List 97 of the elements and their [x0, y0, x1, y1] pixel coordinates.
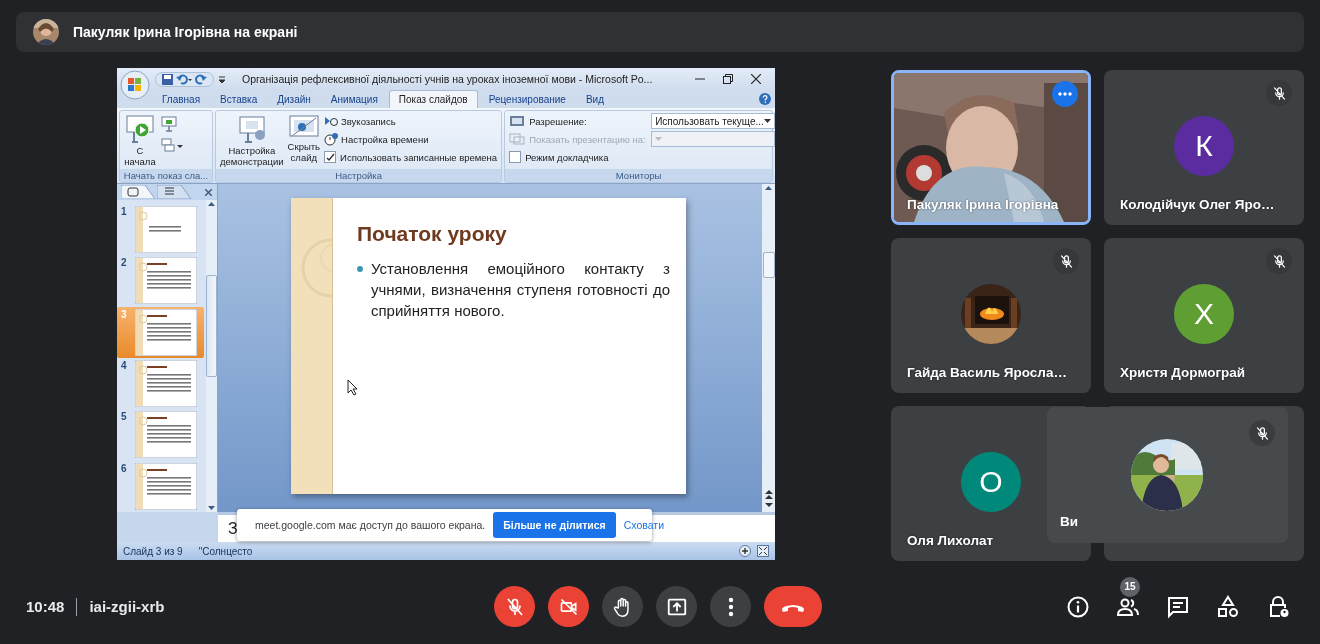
ribbon-button[interactable]: С начала — [124, 113, 156, 167]
customize-icon[interactable] — [218, 74, 226, 84]
dropdown[interactable]: Использовать текуще... — [651, 113, 775, 129]
slide-thumbnail[interactable] — [135, 206, 197, 253]
info-icon[interactable] — [1066, 594, 1090, 619]
present-button[interactable] — [656, 586, 697, 627]
more-options-button[interactable] — [710, 586, 751, 627]
share-notice-text: meet.google.com має доступ до вашого екрана. — [255, 519, 486, 531]
avatar: О — [961, 452, 1021, 512]
ribbon-button[interactable]: Настройка демонстрации — [220, 113, 284, 167]
ribbon-tab[interactable]: Главная — [153, 91, 210, 108]
slide-thumbnail[interactable] — [135, 360, 197, 407]
sound-icon — [324, 114, 339, 128]
scroll-up-icon[interactable] — [765, 186, 772, 190]
slide-thumbnail[interactable] — [135, 257, 197, 305]
help-icon[interactable] — [759, 93, 771, 105]
scroll-thumb[interactable] — [206, 275, 217, 377]
slide-number: 5 — [121, 411, 128, 423]
slide-thumbnail[interactable] — [135, 308, 197, 356]
ribbon-tab[interactable]: Рецензирование — [479, 91, 575, 108]
raise-hand-button[interactable] — [602, 586, 643, 627]
banner-text: Пакуляк Ірина Ігорівна на екрані — [73, 24, 298, 40]
fit-icon[interactable] — [757, 545, 769, 557]
slide-text: Установлення емоційного контакту з учнями, визначення ступеня готовності до сприйняття нового. — [371, 259, 670, 321]
group-label: Мониторы — [505, 169, 772, 182]
scrollbar[interactable] — [206, 200, 217, 512]
ribbon-button[interactable]: Скрыть слайд — [287, 113, 321, 163]
shapes-icon[interactable] — [1216, 594, 1240, 619]
caret-icon — [763, 119, 771, 123]
ribbon-tab[interactable]: Показ слайдов — [388, 90, 478, 108]
participant-name: Христя Дормограй — [1120, 365, 1246, 380]
participant-name: Гайда Василь Яросла… — [907, 365, 1067, 380]
dots-icon — [1058, 92, 1072, 96]
projector-icon — [124, 113, 156, 145]
monitors-icon — [509, 132, 526, 146]
slide-thumbnail[interactable] — [135, 462, 197, 510]
microphone-off-button[interactable] — [494, 586, 535, 627]
restore-icon[interactable] — [723, 74, 733, 84]
slides-tab[interactable] — [121, 185, 155, 199]
stopwatch-icon — [324, 132, 339, 146]
ribbon-tab[interactable]: Вид — [576, 91, 613, 108]
hide-link[interactable]: Сховати — [623, 519, 665, 531]
scroll-down-icon[interactable] — [208, 506, 215, 510]
checkbox[interactable] — [509, 151, 522, 163]
status-text: Слайд 3 из 9 — [123, 545, 183, 557]
slide-title: Початок уроку — [357, 222, 508, 246]
close-icon[interactable] — [751, 74, 761, 84]
ribbon-tab[interactable]: Вставка — [211, 91, 267, 108]
stop-sharing-button[interactable]: Більше не ділитися — [493, 512, 616, 538]
meeting-code: iai-zgii-xrb — [89, 598, 165, 615]
more-icon — [727, 596, 734, 617]
window-title: Організація рефлексивної діяльності учнів на уроках іноземної мови - Microsoft Po... — [242, 73, 654, 85]
outline-tab[interactable] — [157, 185, 191, 199]
page-arrows-icon[interactable] — [764, 490, 773, 508]
slide-number: 2 — [121, 257, 128, 269]
ribbon-tab[interactable]: Дизайн — [268, 91, 320, 108]
cursor-icon — [347, 379, 358, 396]
scroll-up-icon[interactable] — [208, 202, 215, 206]
slides-icon[interactable] — [160, 137, 184, 155]
screen-icon — [509, 114, 526, 128]
avatar: К — [1174, 116, 1234, 176]
ribbon-tab[interactable]: Анимация — [321, 91, 387, 108]
slide-number: 3 — [121, 308, 128, 320]
participant-name: Оля Лихолат — [907, 533, 994, 548]
group-label: Начать показ сла... — [120, 169, 212, 182]
leave-call-button[interactable] — [764, 586, 822, 627]
checkbox-label: Использовать записанные времена — [340, 151, 498, 163]
slide-thumbnail[interactable] — [135, 411, 197, 459]
checkbox[interactable] — [324, 151, 337, 163]
caret-icon — [655, 137, 663, 141]
ribbon-button[interactable]: Звукозапись — [324, 113, 498, 129]
count-badge: 15 — [1120, 576, 1140, 597]
undo-icon[interactable] — [176, 73, 192, 85]
chat-icon[interactable] — [1166, 594, 1190, 619]
participant-name: Ви — [1060, 514, 1079, 529]
mic-off-icon — [504, 596, 525, 617]
field-label: Показать презентацию на: — [529, 133, 647, 145]
notes-text: З — [228, 519, 238, 538]
camera-off-button[interactable] — [548, 586, 589, 627]
save-icon[interactable] — [162, 73, 173, 85]
slide-number: 4 — [121, 360, 128, 371]
camera-off-icon — [558, 596, 579, 617]
bullet-icon — [357, 266, 363, 272]
group-label: Настройка — [216, 169, 502, 182]
avatar: Х — [1174, 284, 1234, 344]
status-text: "Солнцесто — [198, 545, 253, 557]
ribbon-button[interactable]: Настройка времени — [324, 131, 498, 147]
scroll-thumb[interactable] — [762, 252, 775, 278]
meeting-time: 10:48 — [26, 598, 65, 615]
slide-number: 1 — [121, 206, 128, 217]
participant-name: Колодійчук Олег Яро… — [1120, 197, 1275, 212]
scrollbar[interactable] — [762, 184, 775, 512]
checkbox-label: Режим докладчика — [525, 151, 609, 163]
field-label: Разрешение: — [529, 115, 588, 127]
zoom-in-icon[interactable] — [739, 545, 751, 557]
redo-icon[interactable] — [195, 73, 207, 85]
slide-number: 6 — [121, 462, 128, 474]
